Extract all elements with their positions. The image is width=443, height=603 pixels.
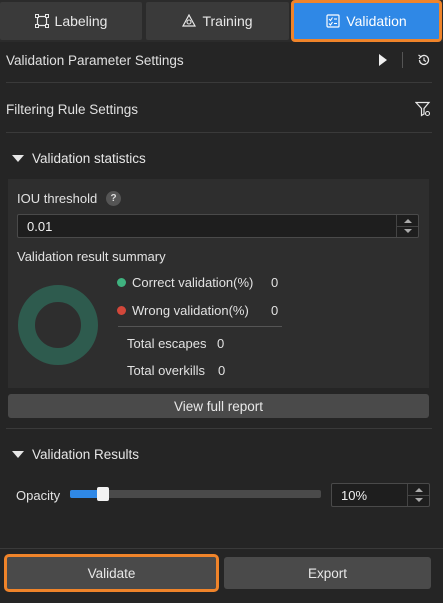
total-overkills-value: 0 [218,363,226,378]
opacity-label: Opacity [16,488,61,503]
wrong-legend-dot [117,306,126,315]
opacity-slider-thumb[interactable] [97,487,109,501]
spin-down-icon[interactable] [404,229,412,233]
footer-divider [0,548,443,549]
caret-down-icon [12,154,24,162]
validation-parameter-settings-row[interactable]: Validation Parameter Settings [0,37,443,83]
spin-down-icon[interactable] [415,498,423,502]
filtering-rule-settings-row[interactable]: Filtering Rule Settings [0,86,443,132]
filtering-rule-actions [415,86,431,132]
history-icon[interactable] [417,53,431,67]
validation-icon [326,14,340,28]
correct-legend-dot [117,278,126,287]
validation-parameter-settings-label: Validation Parameter Settings [6,52,184,68]
wrong-validation-value: 0 [271,303,279,318]
tab-training[interactable]: Training [146,2,289,40]
validation-statistics-header[interactable]: Validation statistics [0,138,443,178]
iou-threshold-input[interactable]: 0.01 [17,214,419,238]
tab-training-label: Training [202,13,253,29]
tab-bar: Labeling Training Validation [0,0,443,42]
icon-separator [402,52,403,68]
opacity-input[interactable]: 10% [331,483,430,507]
validation-summary-donut-chart [18,285,98,365]
play-icon[interactable] [378,54,388,66]
correct-validation-label: Correct validation(%) [132,275,254,290]
total-escapes-value: 0 [217,336,225,351]
divider [6,428,432,429]
validate-button[interactable]: Validate [4,554,219,592]
divider [6,132,432,133]
validation-result-summary-label: Validation result summary [17,249,166,264]
validation-parameter-actions [378,37,431,83]
spin-up-icon[interactable] [404,219,412,223]
tab-validation-label: Validation [346,13,407,29]
tab-validation[interactable]: Validation [291,0,442,42]
validation-statistics-title: Validation statistics [32,150,146,166]
tab-labeling[interactable]: Labeling [0,2,142,40]
filtering-rule-settings-label: Filtering Rule Settings [6,101,139,117]
view-full-report-button[interactable]: View full report [8,394,429,418]
labeling-icon [34,14,49,28]
validation-results-header[interactable]: Validation Results [0,434,443,474]
training-icon [182,14,197,27]
opacity-value: 10% [341,487,368,503]
total-overkills-label: Total overkills [127,363,206,378]
correct-validation-value: 0 [271,275,279,290]
divider [6,82,432,83]
caret-down-icon [12,450,24,458]
export-button[interactable]: Export [224,557,431,589]
iou-threshold-label: IOU threshold [17,191,98,206]
iou-threshold-spinner[interactable] [396,215,418,237]
total-escapes-label: Total escapes [127,336,207,351]
wrong-validation-label: Wrong validation(%) [132,303,249,318]
spin-up-icon[interactable] [415,488,423,492]
summary-divider [118,326,282,327]
tab-labeling-label: Labeling [54,13,108,29]
help-icon[interactable]: ? [106,191,121,206]
opacity-spinner[interactable] [407,484,429,506]
iou-threshold-value: 0.01 [27,218,53,234]
filter-settings-icon[interactable] [415,101,431,117]
validation-results-title: Validation Results [32,446,140,462]
